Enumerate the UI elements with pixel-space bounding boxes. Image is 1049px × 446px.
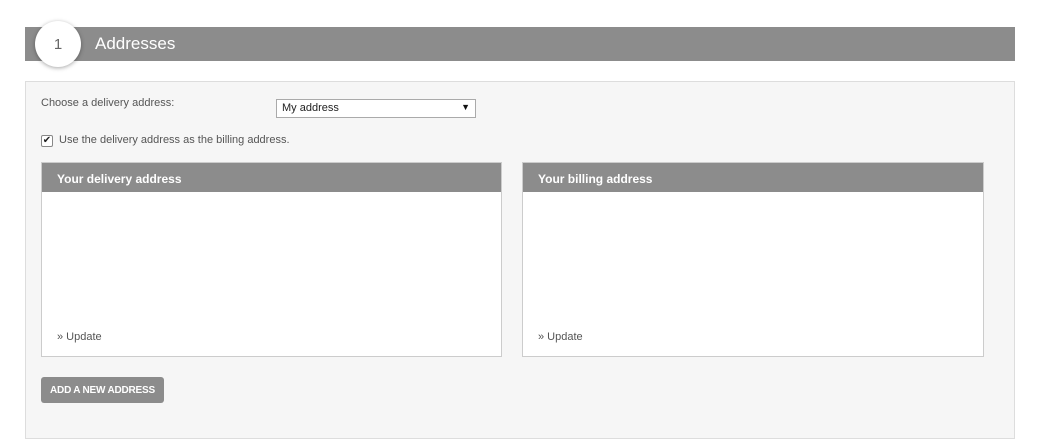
- delivery-update-link[interactable]: » Update: [57, 331, 102, 343]
- billing-address-box: Your billing address » Update: [522, 162, 984, 357]
- billing-update-link[interactable]: » Update: [538, 331, 583, 343]
- same-billing-checkbox[interactable]: ✔: [41, 135, 53, 147]
- step-number-badge: 1: [35, 21, 81, 67]
- delivery-address-selected-value: My address: [282, 102, 339, 114]
- same-billing-checkbox-label[interactable]: Use the delivery address as the billing …: [59, 134, 290, 146]
- add-new-address-button[interactable]: ADD A NEW ADDRESS: [41, 377, 164, 403]
- delivery-address-select[interactable]: My address ▼: [276, 99, 476, 118]
- delivery-address-box: Your delivery address » Update: [41, 162, 502, 357]
- delivery-address-title: Your delivery address: [42, 163, 501, 192]
- delivery-address-label: Choose a delivery address:: [41, 97, 175, 109]
- dropdown-arrow-icon: ▼: [461, 102, 470, 112]
- step-number: 1: [53, 35, 63, 53]
- billing-address-title: Your billing address: [523, 163, 983, 192]
- step-title: Addresses: [95, 34, 176, 53]
